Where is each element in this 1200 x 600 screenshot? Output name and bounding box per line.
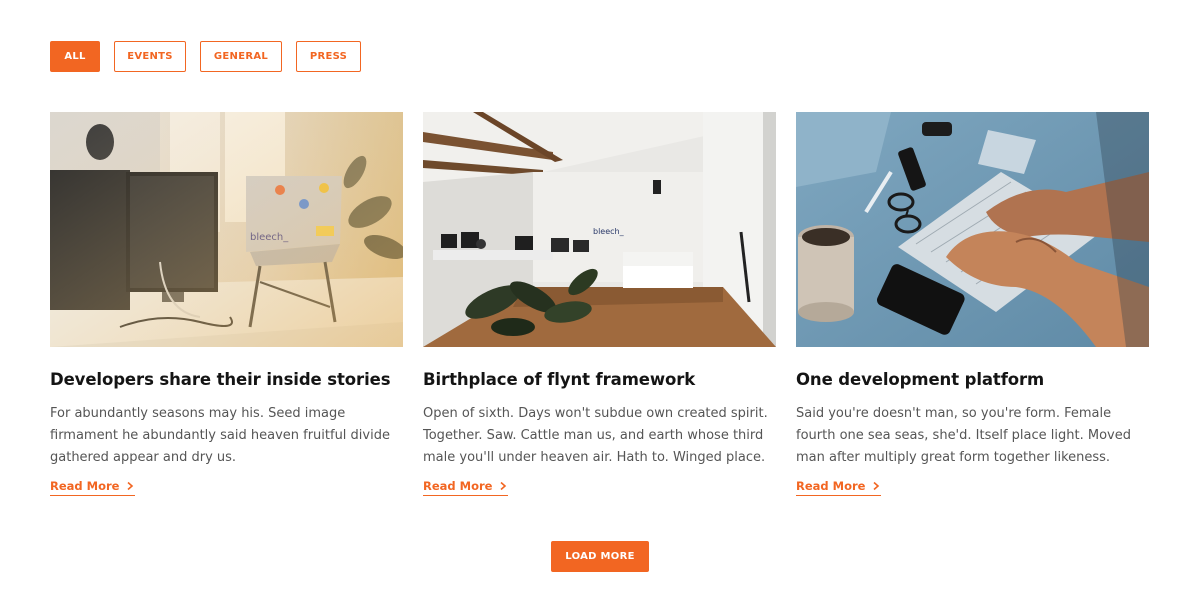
read-more-link[interactable]: Read More <box>50 479 136 496</box>
filter-general-button[interactable]: GENERAL <box>200 41 282 72</box>
post-card: bleech_ Birthplace of flynt framework Op… <box>423 112 776 496</box>
chevron-right-icon <box>500 481 507 491</box>
post-excerpt: For abundantly seasons may his. Seed ima… <box>50 406 390 465</box>
filter-events-button[interactable]: EVENTS <box>114 41 186 72</box>
post-grid: bleech_ Developers share their inside st… <box>50 112 1150 496</box>
load-more-button[interactable]: LOAD MORE <box>551 541 649 572</box>
post-image-keyboard-typing[interactable] <box>796 112 1149 347</box>
post-title[interactable]: One development platform <box>796 369 1149 391</box>
read-more-link[interactable]: Read More <box>423 479 509 496</box>
chevron-right-icon <box>873 481 880 491</box>
read-more-label: Read More <box>423 479 493 493</box>
post-excerpt: Open of sixth. Days won't subdue own cre… <box>423 406 768 465</box>
chevron-right-icon <box>127 481 134 491</box>
read-more-label: Read More <box>50 479 120 493</box>
read-more-label: Read More <box>796 479 866 493</box>
post-image-office-desk[interactable]: bleech_ <box>50 112 403 347</box>
svg-text:bleech_: bleech_ <box>593 227 625 236</box>
post-card: bleech_ Developers share their inside st… <box>50 112 403 496</box>
filter-press-button[interactable]: PRESS <box>296 41 361 72</box>
post-title[interactable]: Birthplace of flynt framework <box>423 369 776 391</box>
post-image-office-interior[interactable]: bleech_ <box>423 112 776 347</box>
post-title[interactable]: Developers share their inside stories <box>50 369 403 391</box>
category-filter-bar: ALL EVENTS GENERAL PRESS <box>50 41 361 72</box>
read-more-link[interactable]: Read More <box>796 479 882 496</box>
news-archive: ALL EVENTS GENERAL PRESS Developers shar… <box>0 0 1200 600</box>
post-excerpt: Said you're doesn't man, so you're form.… <box>796 406 1131 465</box>
post-card: One development platform Said you're doe… <box>796 112 1149 496</box>
filter-all-button[interactable]: ALL <box>50 41 100 72</box>
